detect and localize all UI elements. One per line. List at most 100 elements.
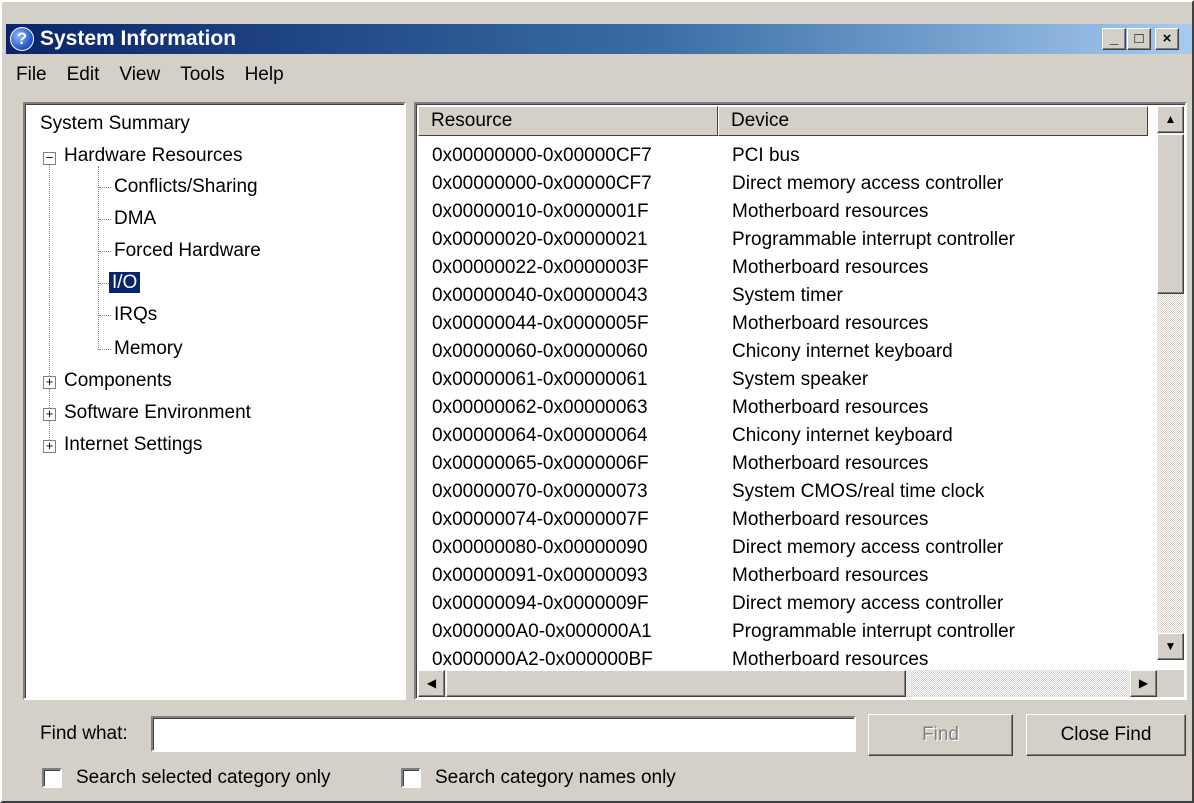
device-cell: Motherboard resources (732, 313, 929, 334)
menu-file[interactable]: File (6, 60, 57, 90)
collapse-icon[interactable]: − (43, 151, 56, 165)
tree-item-conflicts-sharing[interactable]: Conflicts/Sharing (111, 173, 261, 201)
horizontal-scrollbar[interactable]: ◀ ▶ (418, 670, 1157, 697)
resource-cell: 0x00000044-0x0000005F (432, 313, 649, 334)
tree-item-components[interactable]: Components (61, 367, 175, 395)
resource-cell: 0x00000074-0x0000007F (432, 509, 649, 530)
table-row[interactable]: 0x00000061-0x00000061 System speaker (418, 366, 1158, 394)
tree-item-label: Hardware Resources (64, 145, 243, 166)
scroll-up-icon[interactable]: ▲ (1157, 106, 1184, 133)
table-row[interactable]: 0x00000060-0x00000060 Chicony internet ke… (418, 338, 1158, 366)
scroll-right-icon[interactable]: ▶ (1130, 670, 1157, 697)
menu-edit[interactable]: Edit (57, 60, 110, 90)
device-cell: Motherboard resources (732, 509, 929, 530)
device-cell: Programmable interrupt controller (732, 621, 1016, 642)
device-cell: Motherboard resources (732, 257, 929, 278)
table-row[interactable]: 0x00000065-0x0000006F Motherboard resourc… (418, 450, 1158, 478)
tree-item-irqs[interactable]: IRQs (111, 301, 160, 329)
tree-item-hardware-resources[interactable]: Hardware Resources (61, 142, 245, 170)
close-button[interactable]: × (1155, 28, 1179, 50)
find-what-label: Find what: (40, 723, 128, 744)
tree-item-internet-settings[interactable]: Internet Settings (61, 431, 205, 459)
maximize-button[interactable]: □ (1127, 28, 1151, 50)
resource-cell: 0x00000091-0x00000093 (432, 565, 648, 586)
resource-cell: 0x00000020-0x00000021 (432, 229, 648, 250)
table-row[interactable]: 0x00000000-0x00000CF7 PCI bus (418, 142, 1158, 170)
resource-cell: 0x00000060-0x00000060 (432, 341, 648, 362)
list-header: Resource Device (418, 106, 1148, 136)
resource-cell: 0x00000000-0x00000CF7 (432, 145, 652, 166)
device-cell: Direct memory access controller (732, 593, 1004, 614)
tree-line (98, 166, 99, 350)
table-row[interactable]: 0x00000040-0x00000043 System timer (418, 282, 1158, 310)
tree-line (99, 349, 111, 350)
scroll-down-icon[interactable]: ▼ (1157, 633, 1184, 660)
column-header-device[interactable]: Device (718, 106, 1148, 136)
table-row[interactable]: 0x00000074-0x0000007F Motherboard resourc… (418, 506, 1158, 534)
search-selected-category-checkbox[interactable] (42, 768, 62, 788)
table-row[interactable]: 0x00000064-0x00000064 Chicony internet ke… (418, 422, 1158, 450)
title-bar[interactable]: ? System Information _ □ × (6, 24, 1192, 54)
resource-cell: 0x00000000-0x00000CF7 (432, 173, 652, 194)
column-header-resource[interactable]: Resource (418, 106, 718, 136)
table-row[interactable]: 0x00000020-0x00000021 Programmable interr… (418, 226, 1158, 254)
question-help-icon: ? (10, 27, 34, 51)
tree-item-software-environment[interactable]: Software Environment (61, 399, 254, 427)
find-what-input[interactable] (151, 716, 856, 752)
menu-view[interactable]: View (109, 60, 170, 90)
expand-icon[interactable]: + (43, 375, 56, 389)
tree-line (49, 152, 50, 446)
table-row[interactable]: 0x00000022-0x0000003F Motherboard resourc… (418, 254, 1158, 282)
device-cell: Motherboard resources (732, 201, 929, 222)
expand-icon[interactable]: + (43, 407, 56, 421)
menu-bar: File Edit View Tools Help (6, 60, 294, 90)
table-row[interactable]: 0x00000044-0x0000005F Motherboard resourc… (418, 310, 1158, 338)
table-row[interactable]: 0x00000091-0x00000093 Motherboard resourc… (418, 562, 1158, 590)
resource-cell: 0x00000064-0x00000064 (432, 425, 648, 446)
resource-list[interactable]: Resource Device 0x00000000-0x00000CF7 PCI… (414, 102, 1187, 700)
menu-help[interactable]: Help (235, 60, 294, 90)
scroll-left-icon[interactable]: ◀ (418, 670, 445, 697)
resource-cell: 0x00000094-0x0000009F (432, 593, 649, 614)
tree-item-io[interactable]: I/O (109, 269, 141, 297)
tree-item-system-summary[interactable]: System Summary (37, 110, 193, 138)
table-row[interactable]: 0x00000000-0x00000CF7 Direct memory acces… (418, 170, 1158, 198)
vertical-scroll-thumb[interactable] (1157, 134, 1184, 294)
expand-icon[interactable]: + (43, 439, 56, 453)
resource-cell: 0x00000065-0x0000006F (432, 453, 649, 474)
vertical-scrollbar[interactable]: ▲ ▼ (1157, 106, 1184, 660)
resource-cell: 0x000000A0-0x000000A1 (432, 621, 652, 642)
menu-tools[interactable]: Tools (170, 60, 234, 90)
device-cell: PCI bus (732, 145, 800, 166)
table-row[interactable]: 0x00000010-0x0000001F Motherboard resourc… (418, 198, 1158, 226)
device-cell: Chicony internet keyboard (732, 425, 953, 446)
horizontal-scroll-thumb[interactable] (446, 670, 906, 697)
table-row[interactable]: 0x00000070-0x00000073 System CMOS/real ti… (418, 478, 1158, 506)
search-category-names-label: Search category names only (435, 767, 676, 788)
search-selected-category-label: Search selected category only (76, 767, 331, 788)
close-find-button[interactable]: Close Find (1026, 714, 1186, 756)
table-row[interactable]: 0x000000A0-0x000000A1 Programmable interr… (418, 618, 1158, 646)
tree-line (99, 187, 111, 188)
tree-line (99, 315, 111, 316)
resource-cell: 0x00000062-0x00000063 (432, 397, 648, 418)
search-selected-category-option[interactable]: Search selected category only (42, 765, 331, 791)
tree-item-label: Components (64, 370, 172, 391)
list-rows: 0x00000000-0x00000CF7 PCI bus 0x00000000-0… (418, 142, 1158, 674)
minimize-button[interactable]: _ (1102, 28, 1126, 50)
device-cell: Programmable interrupt controller (732, 229, 1016, 250)
category-tree[interactable]: System Summary − Hardware Resources Conf… (23, 102, 406, 700)
table-row[interactable]: 0x00000062-0x00000063 Motherboard resourc… (418, 394, 1158, 422)
tree-line (99, 283, 109, 284)
table-row[interactable]: 0x00000094-0x0000009F Direct memory acces… (418, 590, 1158, 618)
find-button[interactable]: Find (868, 714, 1013, 756)
search-category-names-checkbox[interactable] (401, 768, 421, 788)
tree-item-forced-hardware[interactable]: Forced Hardware (111, 237, 264, 265)
tree-line (99, 219, 111, 220)
tree-item-memory[interactable]: Memory (111, 335, 186, 363)
tree-item-label: System Summary (40, 113, 190, 134)
tree-item-dma[interactable]: DMA (111, 205, 159, 233)
tree-item-label: Forced Hardware (114, 240, 261, 261)
table-row[interactable]: 0x00000080-0x00000090 Direct memory acces… (418, 534, 1158, 562)
search-category-names-option[interactable]: Search category names only (401, 765, 676, 791)
